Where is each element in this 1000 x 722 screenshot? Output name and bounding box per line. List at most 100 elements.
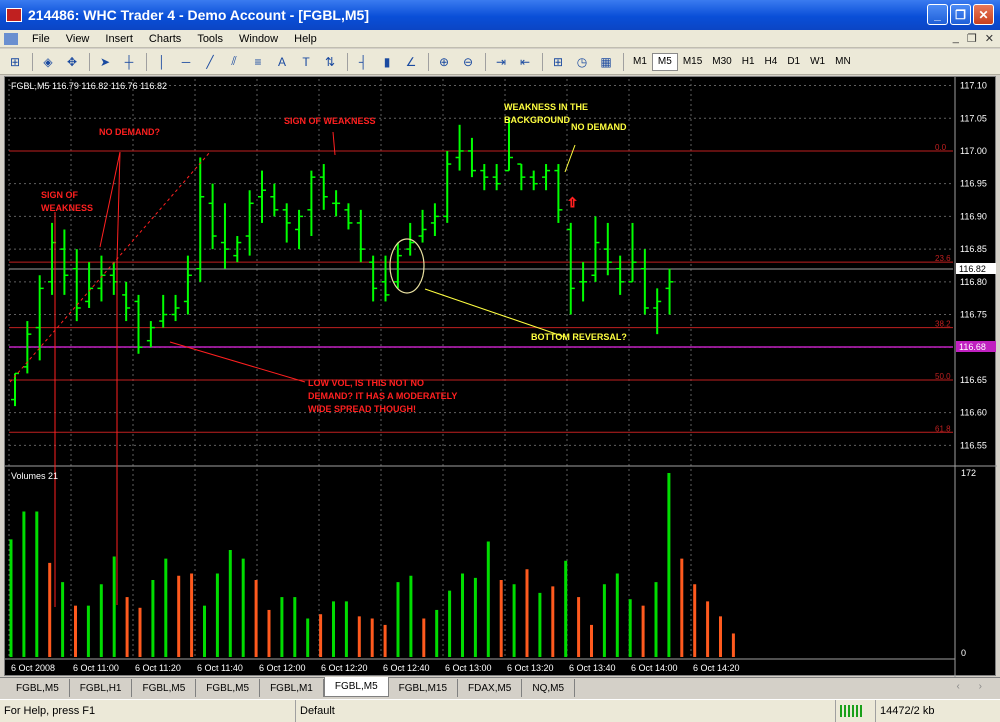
bottom-reversal-circle: [389, 238, 425, 294]
tab-chart[interactable]: FGBL,M5: [132, 679, 197, 697]
toolbar: ⊞ ◈ ✥ ➤ ┼ │ ─ ╱ ⫽ ≡ A T ⇅ ┤ ▮ ∠ ⊕ ⊖ ⇥ ⇤ …: [0, 49, 1000, 75]
channel-icon[interactable]: ⫽: [223, 52, 245, 72]
title-bar: 214486: WHC Trader 4 - Demo Account - [F…: [0, 0, 1000, 30]
timeframe-w1[interactable]: W1: [805, 53, 830, 71]
tab-scroll-arrows[interactable]: ‹ ›: [957, 681, 990, 692]
tab-chart[interactable]: FDAX,M5: [458, 679, 523, 697]
price-tick-label: 116.85: [960, 244, 987, 254]
cursor-icon[interactable]: ➤: [94, 52, 116, 72]
crosshair-icon[interactable]: ┼: [118, 52, 140, 72]
vertical-line-icon[interactable]: │: [151, 52, 173, 72]
annotation-pointer-line: [424, 288, 566, 338]
text-icon[interactable]: A: [271, 52, 293, 72]
window-controls: _ ❐ ✕: [927, 4, 994, 25]
line-chart-icon[interactable]: ∠: [400, 52, 422, 72]
annotation-no-demand-left: NO DEMAND?: [99, 127, 160, 137]
timeframe-mn[interactable]: MN: [830, 53, 856, 71]
bar-chart-icon[interactable]: ┤: [352, 52, 374, 72]
minimize-icon[interactable]: _: [927, 4, 948, 25]
fibonacci-icon[interactable]: ≡: [247, 52, 269, 72]
zoom-in-icon[interactable]: ⊕: [433, 52, 455, 72]
fib-level-label: 61.8: [935, 424, 951, 433]
tab-chart[interactable]: NQ,M5: [522, 679, 576, 697]
price-chart[interactable]: 0.0 23.6 38.2 50.0 61.8 117.10 117.05 117.00 11…: [5, 77, 997, 677]
price-tick-label: 116.75: [960, 310, 987, 320]
price-tick-label: 116.55: [960, 440, 987, 450]
tab-chart[interactable]: FGBL,M5: [196, 679, 261, 697]
market-watch-icon[interactable]: ◈: [37, 52, 59, 72]
zoom-out-icon[interactable]: ⊖: [457, 52, 479, 72]
menu-file[interactable]: File: [24, 33, 58, 45]
tab-chart-active[interactable]: FGBL,M5: [323, 677, 389, 697]
menu-help[interactable]: Help: [286, 33, 325, 45]
time-tick-label: 6 Oct 11:40: [197, 663, 243, 673]
current-price-label: 116.82: [959, 264, 986, 274]
mdi-minimize-icon[interactable]: _: [953, 32, 959, 45]
time-tick-label: 6 Oct 12:40: [383, 663, 430, 673]
price-tick-label: 117.10: [960, 81, 987, 91]
indicators-icon[interactable]: ⊞: [547, 52, 569, 72]
trendline-icon[interactable]: ╱: [199, 52, 221, 72]
timeframe-m1[interactable]: M1: [628, 53, 652, 71]
tab-chart[interactable]: FGBL,M5: [6, 679, 70, 697]
timeframe-d1[interactable]: D1: [782, 53, 805, 71]
restore-icon[interactable]: ❐: [950, 4, 971, 25]
text-label-icon[interactable]: T: [295, 52, 317, 72]
time-tick-label: 6 Oct 11:00: [73, 663, 119, 673]
price-tick-label: 117.05: [960, 113, 987, 123]
menu-charts[interactable]: Charts: [141, 33, 189, 45]
timeframe-h4[interactable]: H4: [760, 53, 783, 71]
time-tick-label: 6 Oct 13:20: [507, 663, 554, 673]
connection-icon: [836, 700, 876, 722]
volume-label: Volumes 21: [11, 471, 58, 481]
tab-chart[interactable]: FGBL,M15: [388, 679, 459, 697]
menu-tools[interactable]: Tools: [189, 33, 231, 45]
menu-bar: File View Insert Charts Tools Window Hel…: [0, 30, 1000, 48]
chart-header: FGBL,M5 116.79 116.82 116.76 116.82: [11, 81, 167, 91]
toolbar-separator: [485, 52, 486, 71]
horizontal-line-icon[interactable]: ─: [175, 52, 197, 72]
timeframe-m30[interactable]: M30: [707, 53, 736, 71]
timeframe-m5[interactable]: M5: [651, 52, 678, 71]
tab-chart[interactable]: FGBL,M1: [260, 679, 324, 697]
chart-window[interactable]: 0.0 23.6 38.2 50.0 61.8 117.10 117.05 117.00 11…: [4, 76, 997, 677]
new-chart-icon[interactable]: ⊞: [4, 52, 26, 72]
autoscroll-icon[interactable]: ⇥: [490, 52, 512, 72]
menu-window[interactable]: Window: [231, 33, 286, 45]
navigator-icon[interactable]: ✥: [61, 52, 83, 72]
status-help: For Help, press F1: [0, 700, 296, 722]
app-icon: [6, 8, 22, 22]
timeframe-h1[interactable]: H1: [737, 53, 760, 71]
price-tick-label: 116.95: [960, 179, 987, 189]
arrow-marker-icon: ⇧: [567, 195, 578, 210]
time-tick-label: 6 Oct 11:20: [135, 663, 181, 673]
candle-chart-icon[interactable]: ▮: [376, 52, 398, 72]
menu-view[interactable]: View: [58, 33, 98, 45]
volume-bars: [9, 473, 735, 657]
menu-insert[interactable]: Insert: [97, 33, 141, 45]
fib-level-label: 23.6: [935, 254, 951, 263]
toolbar-separator: [428, 52, 429, 71]
price-tick-label: 117.00: [960, 146, 987, 156]
price-tick-label: 116.65: [960, 375, 987, 385]
periods-icon[interactable]: ◷: [571, 52, 593, 72]
toolbar-separator: [32, 52, 33, 71]
toolbar-separator: [542, 52, 543, 71]
mdi-close-icon[interactable]: ✕: [985, 32, 994, 45]
price-tick-label: 116.60: [960, 408, 987, 418]
close-icon[interactable]: ✕: [973, 4, 994, 25]
annotation-low-vol: LOW VOL, IS THIS NOT NO DEMAND? IT HAS A …: [308, 378, 457, 414]
templates-icon[interactable]: ▦: [595, 52, 617, 72]
arrows-icon[interactable]: ⇅: [319, 52, 341, 72]
annotation-pointer-line: [169, 341, 306, 383]
price-tick-label: 116.90: [960, 211, 987, 221]
time-tick-label: 6 Oct 13:40: [569, 663, 616, 673]
annotation-sign-of-weakness-left: SIGN OF WEAKNESS: [41, 190, 93, 213]
tab-chart[interactable]: FGBL,H1: [69, 679, 133, 697]
mdi-restore-icon[interactable]: ❐: [967, 32, 977, 45]
document-icon[interactable]: [4, 32, 18, 45]
annotation-sign-of-weakness-mid: SIGN OF WEAKNESS: [284, 116, 376, 126]
annotation-pointer-line: [332, 131, 336, 156]
chart-shift-icon[interactable]: ⇤: [514, 52, 536, 72]
timeframe-m15[interactable]: M15: [678, 53, 707, 71]
